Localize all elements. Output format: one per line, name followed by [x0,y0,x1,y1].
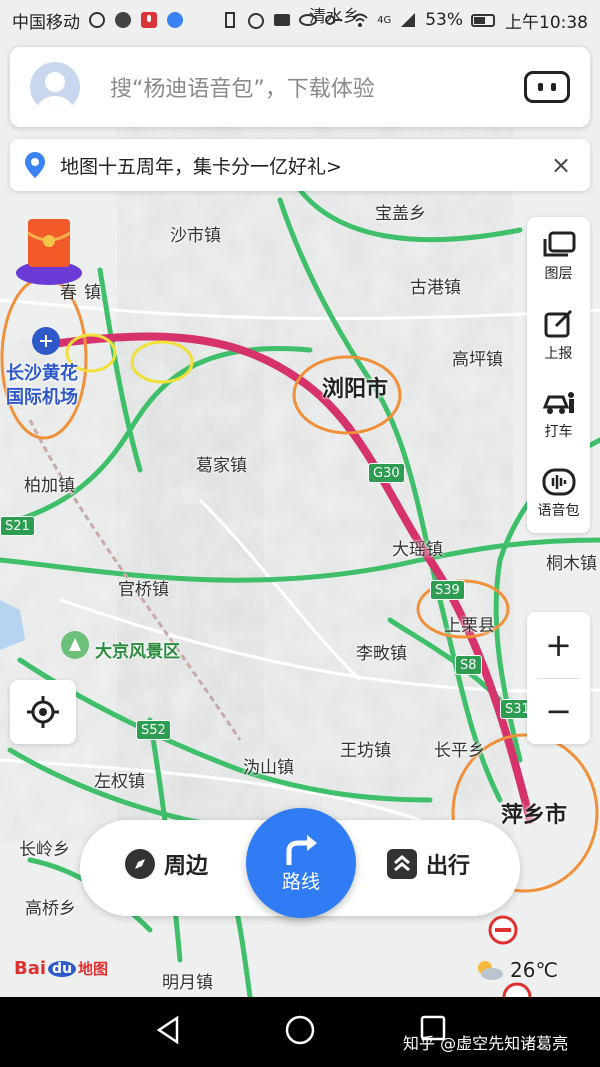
road-shield-g30: G30 [368,463,405,483]
avatar[interactable] [30,62,80,112]
road-shield-s39: S39 [430,580,465,600]
map-label-lizhen: 李畋镇 [356,644,407,664]
map-label-liuyang: 浏阳市 [322,377,389,402]
notice-text[interactable]: 地图十五周年，集卡分一亿好礼> [60,152,546,179]
locate-me-button[interactable] [10,680,76,744]
map-label-wangfang: 王坊镇 [340,741,391,761]
app-notification-icon [114,11,132,29]
vibrate-icon [221,11,239,29]
map-label-bojia: 柏加镇 [24,476,75,496]
logo-text-du: du [48,960,77,977]
location-pin-icon [25,152,45,178]
travel-label: 出行 [426,854,471,879]
nearby-label: 周边 [164,854,209,879]
logo-text-suffix: 地图 [78,960,109,978]
home-icon[interactable] [285,1015,315,1045]
search-input[interactable]: 搜“杨迪语音包”，下载体验 [110,71,524,103]
tool-report[interactable]: 上报 [527,296,590,375]
voice-pack-icon [542,468,575,495]
close-icon[interactable]: × [546,151,576,179]
key-icon [325,11,343,29]
voice-assistant-icon[interactable] [524,71,570,103]
map-label-gaoping: 高坪镇 [452,350,503,370]
map-label-zuoquan: 左权镇 [94,772,145,792]
map-label-baogai: 宝盖乡 [375,204,426,224]
tool-layers[interactable]: 图层 [527,217,590,296]
layers-icon [543,231,575,256]
signal-icon [399,11,417,29]
route-label: 路线 [281,870,320,893]
tool-label: 上报 [544,345,573,362]
translate-icon [166,11,184,29]
microphone-icon [140,11,158,29]
temperature: 26℃ [510,958,558,982]
weather-widget[interactable]: 26℃ [474,958,558,982]
road-shield-s8: S8 [455,655,482,675]
red-envelope-promo[interactable] [14,215,84,285]
eye-icon [299,11,318,29]
map-label-gugang: 古港镇 [410,278,461,298]
map-label-shashi: 沙市镇 [170,226,221,246]
zoom-control: + − [527,612,590,744]
map-label-changling: 长岭乡 [19,840,70,860]
search-bar[interactable]: 搜“杨迪语音包”，下载体验 [10,47,590,127]
map-label-pingxiang: 萍乡市 [501,803,568,828]
zoom-out-button[interactable]: − [527,679,590,745]
nearby-button[interactable]: 周边 [124,848,208,880]
map-label-zhen: 镇 [84,283,101,303]
user-avatar-icon [37,72,73,112]
travel-icon [387,849,417,879]
road-shield-s21: S21 [0,516,35,536]
map-label-dajing[interactable]: 大京风景区 [95,637,180,662]
map-label-changping: 长平乡 [434,741,485,761]
promo-notice[interactable]: 地图十五周年，集卡分一亿好礼> × [10,139,590,191]
edit-icon [544,309,572,337]
road-shield-s52: S52 [136,720,171,740]
wifi-icon [351,11,369,29]
watermark: 知乎 @虚空先知诸葛亮 [403,1034,569,1053]
hd-icon [273,11,291,29]
route-button[interactable]: 路线 [246,808,356,918]
compass-icon [125,849,155,879]
map-label-tongmu: 桐木镇 [546,554,597,574]
baidu-logo: Bai du 地图 [14,958,108,979]
tool-taxi[interactable]: 打车 [527,375,590,454]
tool-label: 图层 [544,265,573,282]
zoom-in-button[interactable]: + [527,612,590,678]
travel-button[interactable]: 出行 [386,848,470,880]
map-label-mingyue: 明月镇 [162,973,213,993]
battery-percent: 53% [425,10,463,30]
logo-text-bai: Bai [14,958,47,979]
map-label-guanqiao: 官桥镇 [118,580,169,600]
partly-cloudy-icon [478,961,503,980]
tool-label: 语音包 [537,502,580,519]
taxi-icon [542,391,574,414]
clock: 上午10:38 [505,12,588,33]
network-type-label: 4G [377,14,392,26]
red-envelope-icon [16,219,82,285]
tool-label: 打车 [544,423,573,440]
route-arrow-icon [286,834,317,865]
map-label-airport[interactable]: 长沙黄花 国际机场 [6,362,78,410]
crosshair-icon [27,696,59,728]
notification-icon [88,11,106,29]
back-icon[interactable] [155,1015,181,1045]
map-label-gaoqiao: 高桥乡 [25,899,76,919]
tool-voice-pack[interactable]: 语音包 [527,454,590,533]
map-label-shangli: 上栗县 [444,616,495,636]
map-label-dayao: 大瑶镇 [392,540,443,560]
status-bar: 中国移动 4G 53% 上午10:38 [0,0,600,40]
battery-icon [471,11,497,29]
alarm-icon [247,11,265,29]
carrier-label: 中国移动 [12,12,80,33]
map-label-weishan: 沩山镇 [243,758,294,778]
map-tools-panel: 图层 上报 打车 语音包 [527,217,590,533]
map-label-gejia: 葛家镇 [196,456,247,476]
